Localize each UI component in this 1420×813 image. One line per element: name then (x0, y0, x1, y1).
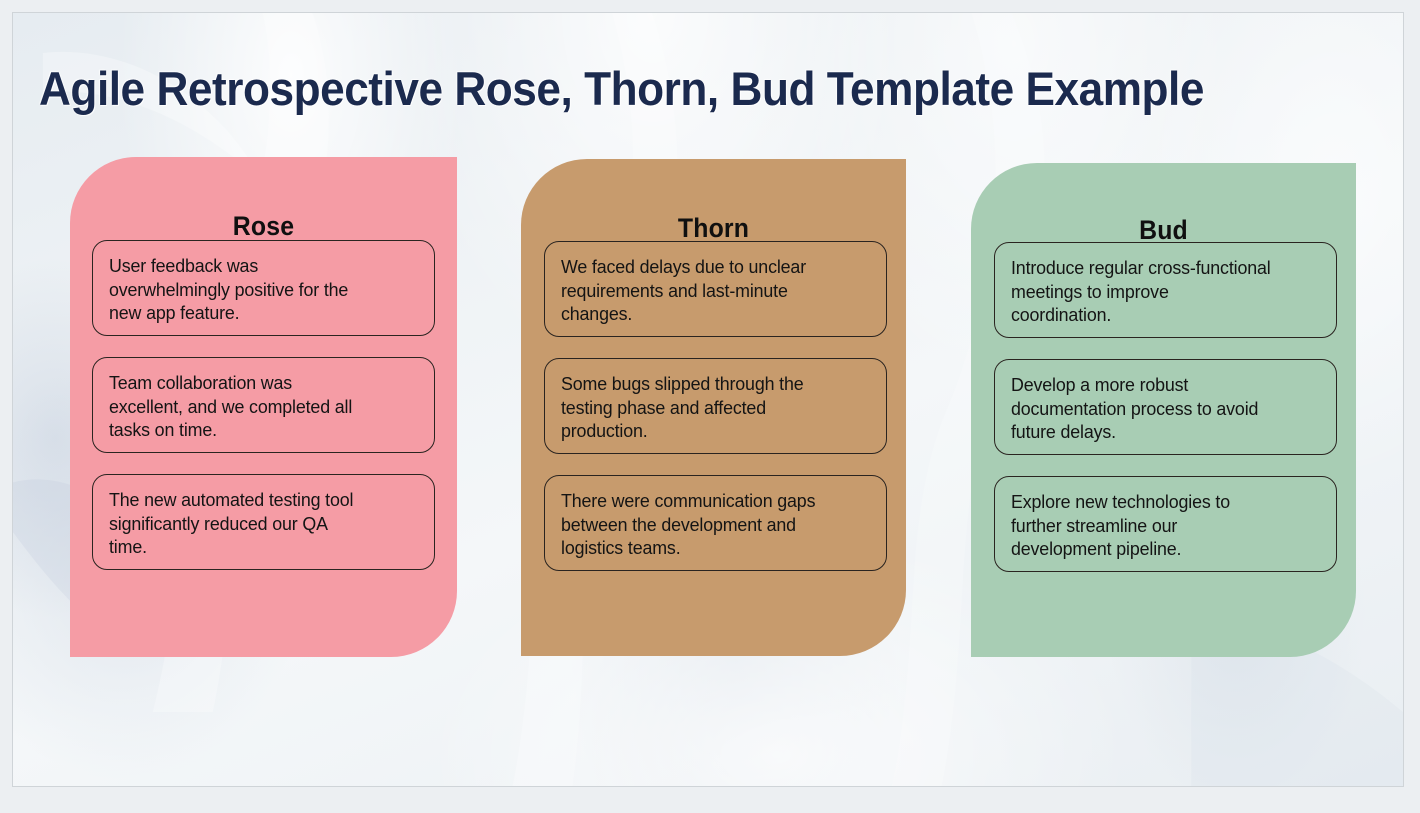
retro-card[interactable]: Explore new technologies to further stre… (994, 476, 1337, 572)
retro-card[interactable]: Introduce regular cross-functional meeti… (994, 242, 1337, 338)
retro-card[interactable]: We faced delays due to unclear requireme… (544, 241, 887, 337)
column-title-rose: Rose (232, 211, 295, 242)
retro-card[interactable]: Some bugs slipped through the testing ph… (544, 358, 887, 454)
retro-card-text: We faced delays due to unclear requireme… (561, 256, 806, 324)
retro-card-text: Explore new technologies to further stre… (1011, 491, 1230, 559)
retro-card[interactable]: The new automated testing tool significa… (92, 474, 435, 570)
slide-canvas: Agile Retrospective Rose, Thorn, Bud Tem… (0, 0, 1420, 813)
retro-card[interactable]: Develop a more robust documentation proc… (994, 359, 1337, 455)
retro-card[interactable]: Team collaboration was excellent, and we… (92, 357, 435, 453)
retro-card[interactable]: User feedback was overwhelmingly positiv… (92, 240, 435, 336)
slide-frame: Agile Retrospective Rose, Thorn, Bud Tem… (12, 12, 1404, 787)
retro-card[interactable]: There were communication gaps between th… (544, 475, 887, 571)
retro-card-text: Team collaboration was excellent, and we… (109, 372, 353, 440)
column-panel-thorn: Thorn We faced delays due to unclear req… (521, 159, 906, 656)
retro-card-text: User feedback was overwhelmingly positiv… (109, 255, 349, 323)
retro-card-text: Introduce regular cross-functional meeti… (1011, 257, 1271, 325)
retro-card-text: There were communication gaps between th… (561, 490, 816, 558)
retro-card-text: Develop a more robust documentation proc… (1011, 374, 1259, 442)
retro-card-text: The new automated testing tool significa… (109, 489, 354, 557)
columns-container: Rose User feedback was overwhelmingly po… (13, 13, 1403, 786)
retro-card-text: Some bugs slipped through the testing ph… (561, 373, 804, 441)
column-panel-bud: Bud Introduce regular cross-functional m… (971, 163, 1356, 657)
column-panel-rose: Rose User feedback was overwhelmingly po… (70, 157, 457, 657)
column-title-thorn: Thorn (677, 213, 750, 244)
